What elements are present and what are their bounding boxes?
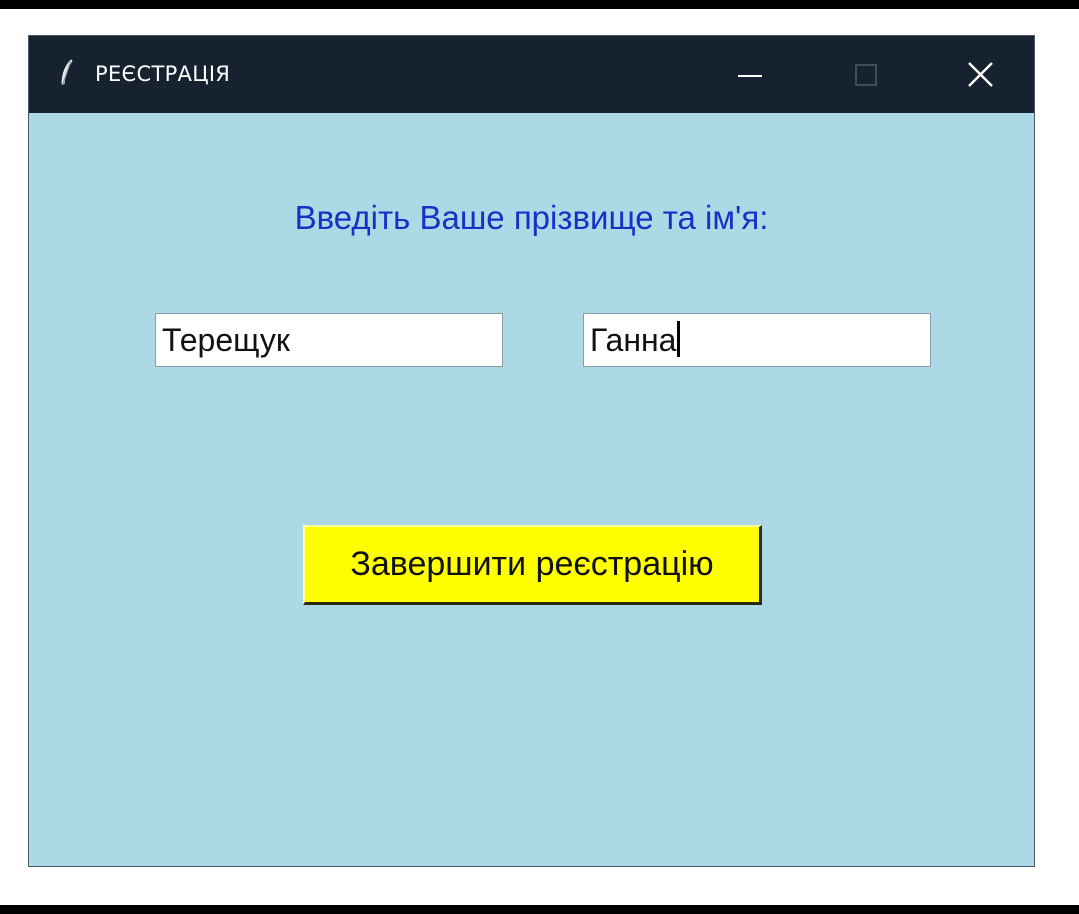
title-bar[interactable]: РЕЄСТРАЦІЯ (29, 36, 1034, 113)
maximize-button[interactable] (821, 36, 913, 113)
name-field[interactable]: Ганна (583, 313, 931, 367)
name-value: Ганна (590, 322, 677, 358)
surname-value: Терещук (162, 322, 290, 358)
maximize-icon (855, 64, 877, 86)
surname-field[interactable]: Терещук (155, 313, 503, 367)
app-window: РЕЄСТРАЦІЯ Введіть Ваше прізвище та ім'я… (28, 35, 1035, 867)
prompt-label: Введіть Ваше прізвище та ім'я: (294, 199, 769, 236)
top-border (0, 0, 1079, 9)
close-button[interactable] (935, 36, 1027, 113)
form-area: Введіть Ваше прізвище та ім'я: Терещук Г… (29, 113, 1034, 866)
minimize-button[interactable] (704, 36, 796, 113)
screen: РЕЄСТРАЦІЯ Введіть Ваше прізвище та ім'я… (0, 0, 1079, 914)
text-caret (677, 321, 681, 357)
minimize-icon (738, 75, 762, 77)
close-icon (968, 62, 993, 87)
complete-registration-button[interactable]: Завершити реєстрацію (303, 525, 762, 605)
feather-icon (59, 58, 75, 88)
window-title: РЕЄСТРАЦІЯ (95, 62, 231, 86)
bottom-border (0, 905, 1079, 914)
